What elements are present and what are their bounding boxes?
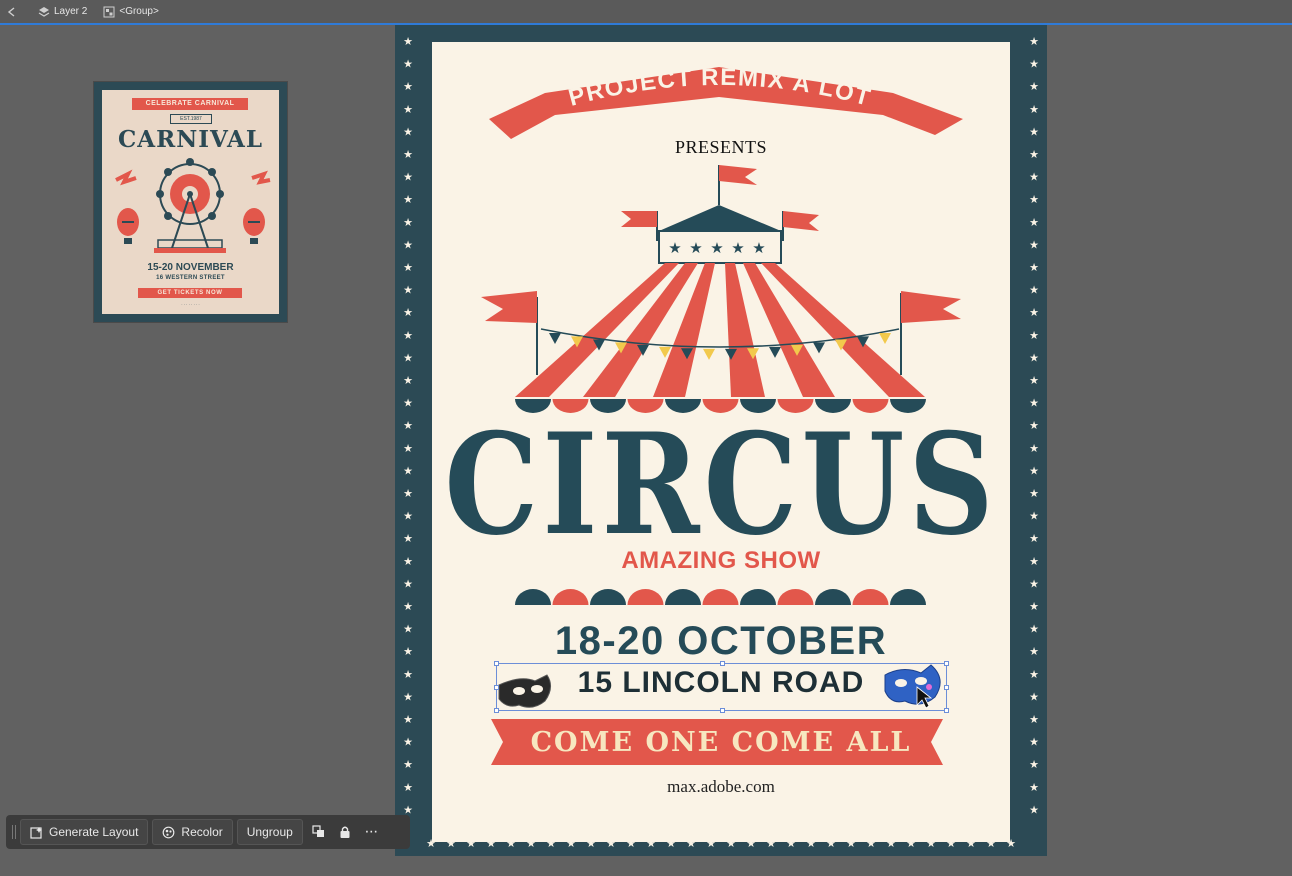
lock-button[interactable] bbox=[333, 819, 357, 845]
svg-text:★: ★ bbox=[752, 239, 765, 257]
resize-handle-top[interactable] bbox=[720, 661, 725, 666]
drag-grip-icon[interactable] bbox=[12, 825, 16, 839]
recolor-label: Recolor bbox=[181, 825, 223, 839]
arrange-button[interactable] bbox=[307, 819, 331, 845]
layers-icon bbox=[38, 6, 50, 17]
more-options-icon: ··· bbox=[364, 823, 378, 840]
arrange-icon bbox=[312, 825, 324, 837]
thumbnail-paper: CELEBRATE CARNIVAL EST.1987 CARNIVAL 15-… bbox=[102, 90, 279, 314]
breadcrumb-bar: Layer 2 <Group> bbox=[0, 0, 1292, 25]
back-arrow-icon bbox=[7, 6, 15, 17]
more-options-button[interactable]: ··· bbox=[359, 819, 383, 845]
resize-handle-bottom-left[interactable] bbox=[494, 708, 499, 713]
ferris-wheel-illustration bbox=[115, 158, 271, 253]
resize-handle-right[interactable] bbox=[944, 685, 949, 690]
svg-text:★: ★ bbox=[710, 239, 723, 257]
generate-layout-button[interactable]: Generate Layout bbox=[20, 819, 149, 845]
breadcrumb-layer[interactable]: Layer 2 bbox=[32, 6, 87, 18]
contextual-task-bar: Generate Layout Recolor Ungroup ··· bbox=[6, 815, 410, 849]
svg-text:★: ★ bbox=[668, 239, 681, 257]
generate-layout-label: Generate Layout bbox=[49, 825, 139, 839]
poster-website: max.adobe.com bbox=[667, 777, 775, 796]
breadcrumb-group[interactable]: <Group> bbox=[97, 6, 159, 18]
poster-dates: 18-20 OCTOBER bbox=[554, 619, 888, 663]
recolor-button[interactable]: Recolor bbox=[152, 819, 233, 845]
recolor-icon bbox=[163, 826, 175, 838]
circus-poster-artboard[interactable]: ★ ★ ★ ★ ★ ★ ★ ★ ★ ★ ★ ★ ★ ★ ★ ★ ★ ★ ★ ★ ★ ★ ★ ★ ★ ★ ★ ★ ★ ★ ★ ★ ★ ★ ★ ★ ★ ★ ★ ★… bbox=[395, 25, 1047, 856]
resize-handle-left[interactable] bbox=[494, 685, 499, 690]
poster-slogan: COME ONE COME ALL bbox=[530, 727, 912, 758]
lock-icon bbox=[340, 826, 350, 838]
thumbnail-ticket-button: GET TICKETS NOW bbox=[138, 288, 242, 298]
resize-handle-bottom-right[interactable] bbox=[944, 708, 949, 713]
poster-title: CIRCUS bbox=[444, 402, 998, 567]
thumbnail-ribbon: CELEBRATE CARNIVAL bbox=[132, 98, 248, 110]
svg-text:★: ★ bbox=[731, 239, 744, 257]
back-button[interactable] bbox=[0, 6, 22, 18]
thumbnail-date: 15-20 NOVEMBER bbox=[147, 262, 234, 273]
resize-handle-top-right[interactable] bbox=[944, 661, 949, 666]
breadcrumb-layer-label: Layer 2 bbox=[54, 6, 88, 17]
thumbnail-title: CARNIVAL bbox=[117, 126, 264, 153]
svg-text:★: ★ bbox=[689, 239, 702, 257]
ungroup-button[interactable]: Ungroup bbox=[236, 819, 303, 845]
poster-subtitle: AMAZING SHOW bbox=[621, 547, 821, 574]
thumbnail-street: 16 WESTERN STREET bbox=[156, 275, 225, 281]
group-icon bbox=[103, 6, 115, 17]
ungroup-label: Ungroup bbox=[246, 825, 293, 839]
selection-bounding-box[interactable] bbox=[494, 661, 949, 713]
thumbnail-site: · · · · · · · · bbox=[181, 302, 200, 307]
carnival-artboard-thumbnail[interactable]: CELEBRATE CARNIVAL EST.1987 CARNIVAL 15-… bbox=[94, 82, 287, 322]
thumbnail-est-badge: EST.1987 bbox=[170, 114, 212, 124]
breadcrumb-group-label: <Group> bbox=[119, 6, 159, 17]
resize-handle-top-left[interactable] bbox=[494, 661, 499, 666]
poster-presents: PRESENTS bbox=[674, 137, 768, 157]
generate-layout-icon bbox=[30, 826, 42, 839]
resize-handle-bottom[interactable] bbox=[720, 708, 725, 713]
